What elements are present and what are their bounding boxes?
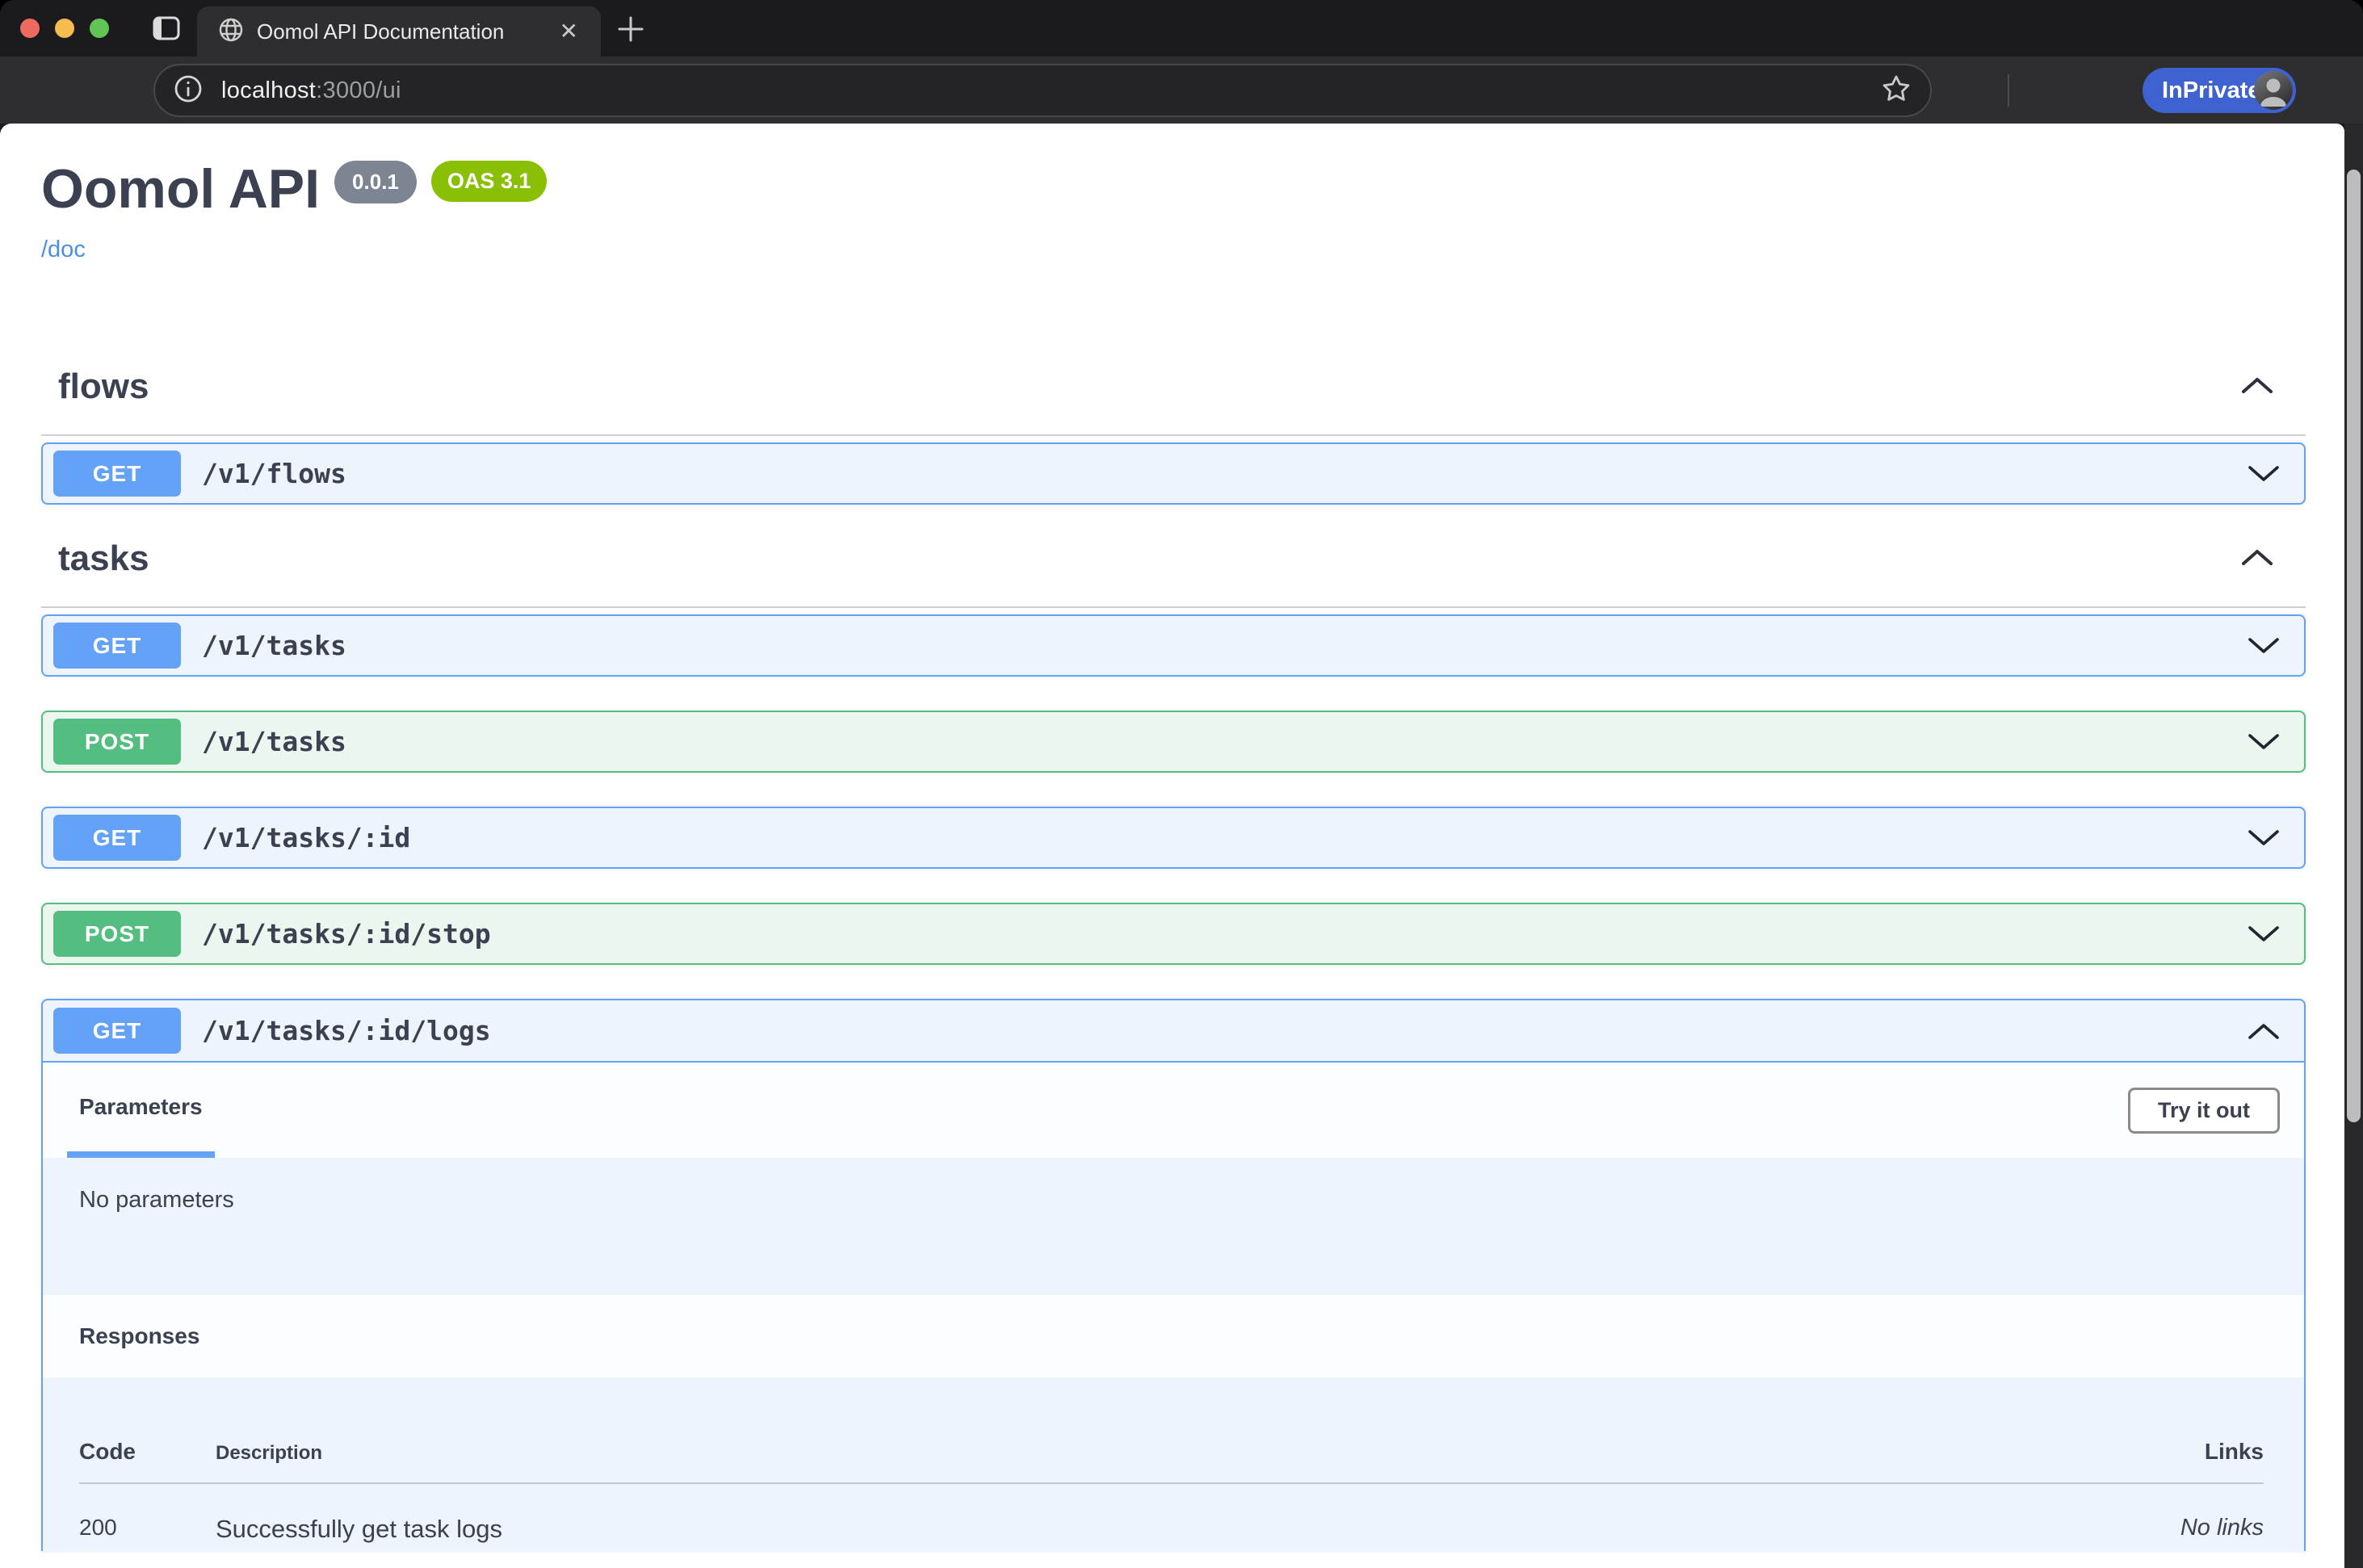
chevron-up-icon[interactable] <box>2248 1022 2280 1040</box>
chevron-down-icon[interactable] <box>2248 829 2280 847</box>
address-bar[interactable]: localhost:3000/ui <box>153 64 1932 117</box>
scrollbar-track[interactable] <box>2344 124 2363 1568</box>
method-badge: GET <box>53 1008 181 1054</box>
doc-link[interactable]: /doc <box>41 237 86 263</box>
operation-get-v1-tasks-id[interactable]: GET /v1/tasks/:id <box>41 807 2306 869</box>
responses-header: Responses <box>43 1295 2304 1377</box>
close-window-button[interactable] <box>20 19 40 38</box>
responses-table-header: Code Description Links <box>79 1439 2264 1484</box>
section-tasks: tasks GET /v1/tasks POST /v1/tasks <box>41 539 2306 1551</box>
try-it-out-button[interactable]: Try it out <box>2128 1088 2280 1134</box>
browser-tab[interactable]: Oomol API Documentation ✕ <box>197 6 601 57</box>
workspaces-icon[interactable] <box>152 14 181 47</box>
browser-toolbar: localhost:3000/ui InPrivat <box>0 57 2363 124</box>
api-info: Oomol API 0.0.1 OAS 3.1 /doc <box>41 124 2306 263</box>
method-badge: GET <box>53 623 181 669</box>
operation-post-v1-tasks-id-stop[interactable]: POST /v1/tasks/:id/stop <box>41 903 2306 965</box>
tab-close-icon[interactable]: ✕ <box>553 19 585 44</box>
operation-get-v1-tasks-id-logs: GET /v1/tasks/:id/logs Parameters Try it… <box>41 999 2306 1551</box>
method-badge: GET <box>53 815 181 861</box>
operation-post-v1-tasks[interactable]: POST /v1/tasks <box>41 711 2306 773</box>
chevron-down-icon[interactable] <box>2248 465 2280 483</box>
minimize-window-button[interactable] <box>55 19 74 38</box>
section-header-tasks[interactable]: tasks <box>41 539 2306 608</box>
header-code: Code <box>79 1439 216 1465</box>
inprivate-label: InPrivate <box>2162 78 2261 104</box>
chevron-down-icon[interactable] <box>2248 925 2280 943</box>
page-title: Oomol API <box>41 159 320 219</box>
operation-path: /v1/tasks/:id <box>202 822 410 853</box>
url-text: localhost:3000/ui <box>221 78 1882 104</box>
section-flows: flows GET /v1/flows <box>41 367 2306 505</box>
chevron-up-icon[interactable] <box>2241 548 2273 570</box>
chevron-down-icon[interactable] <box>2248 637 2280 655</box>
operation-path: /v1/tasks/:id/logs <box>202 1015 491 1046</box>
favorite-star-icon[interactable] <box>1882 74 1911 107</box>
inprivate-badge[interactable]: InPrivate <box>2143 68 2296 113</box>
section-header-flows[interactable]: flows <box>41 367 2306 436</box>
zoom-window-button[interactable] <box>90 19 109 38</box>
operation-tab-bar: Parameters Try it out <box>43 1063 2304 1158</box>
no-parameters-text: No parameters <box>79 1187 234 1213</box>
section-title: tasks <box>58 539 149 579</box>
tab-title: Oomol API Documentation <box>257 19 540 44</box>
parameters-body: No parameters <box>43 1158 2304 1295</box>
globe-icon <box>218 17 244 47</box>
browser-window: Oomol API Documentation ✕ <box>0 0 2363 1568</box>
tab-strip: Oomol API Documentation ✕ <box>0 0 2363 57</box>
header-description: Description <box>216 1442 2054 1465</box>
version-badge: 0.0.1 <box>334 161 417 203</box>
method-badge: POST <box>53 719 181 765</box>
table-row: 200 Successfully get task logs No links <box>79 1484 2264 1544</box>
oas-badge: OAS 3.1 <box>431 161 548 202</box>
method-badge: POST <box>53 911 181 957</box>
response-links: No links <box>2054 1515 2264 1541</box>
profile-avatar-icon <box>2254 71 2293 110</box>
operation-get-v1-flows[interactable]: GET /v1/flows <box>41 442 2306 505</box>
section-title: flows <box>58 367 149 407</box>
tab-parameters[interactable]: Parameters <box>67 1063 215 1158</box>
chevron-up-icon[interactable] <box>2241 376 2273 398</box>
operation-path: /v1/tasks/:id/stop <box>202 918 491 950</box>
operation-header[interactable]: GET /v1/tasks/:id/logs <box>43 1000 2304 1063</box>
responses-table: Code Description Links 200 Successfully … <box>43 1377 2304 1544</box>
response-description: Successfully get task logs <box>216 1515 2054 1544</box>
chevron-down-icon[interactable] <box>2248 733 2280 751</box>
header-links: Links <box>2054 1439 2264 1465</box>
response-code: 200 <box>79 1515 216 1541</box>
new-tab-button[interactable] <box>615 14 646 48</box>
scrollbar-thumb[interactable] <box>2347 170 2361 1122</box>
operation-path: /v1/tasks <box>202 726 346 757</box>
web-content: Oomol API 0.0.1 OAS 3.1 /doc flows GET /… <box>0 124 2344 1568</box>
operation-get-v1-tasks[interactable]: GET /v1/tasks <box>41 614 2306 677</box>
method-badge: GET <box>53 451 181 497</box>
responses-title: Responses <box>79 1323 199 1349</box>
operation-path: /v1/flows <box>202 458 346 489</box>
site-info-icon[interactable] <box>173 73 204 108</box>
toolbar-divider <box>2008 74 2009 107</box>
operation-path: /v1/tasks <box>202 630 346 661</box>
